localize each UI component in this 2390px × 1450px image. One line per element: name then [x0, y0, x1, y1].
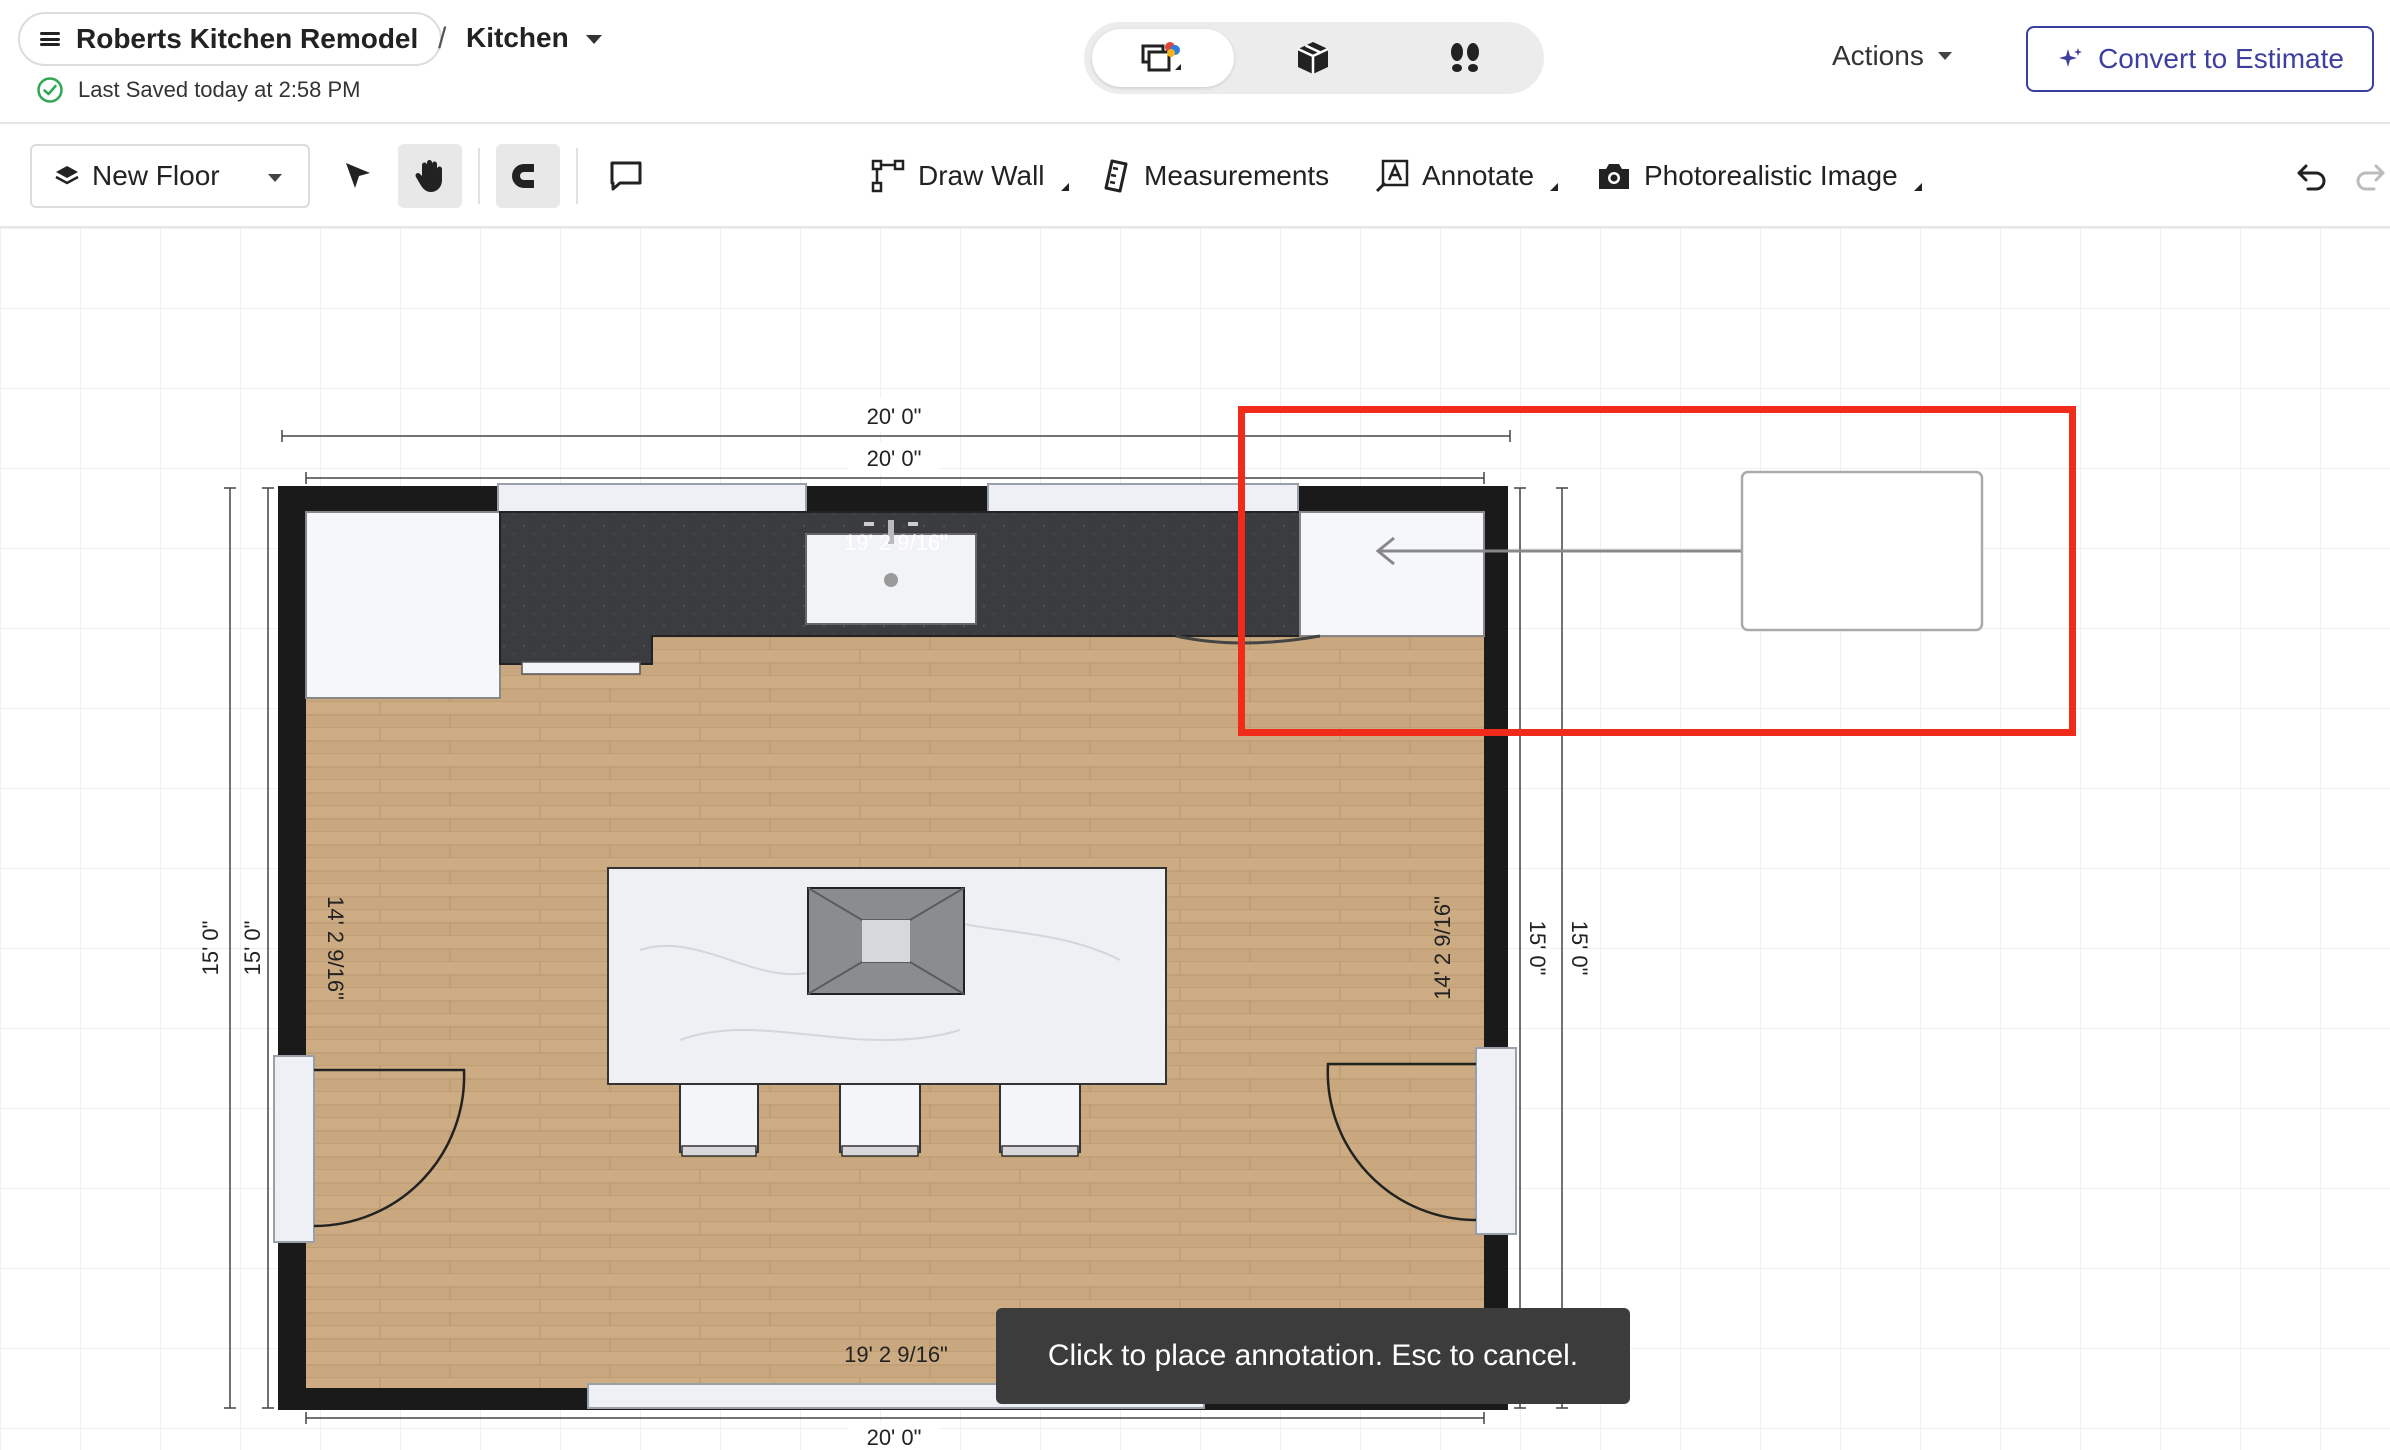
- dishwasher[interactable]: [521, 661, 641, 675]
- magnet-icon: [512, 164, 540, 188]
- save-status-text: Last Saved today at 2:58 PM: [78, 77, 361, 102]
- dim-counter: 19' 2 9/16": [844, 530, 948, 555]
- sparkle-icon: [2059, 48, 2083, 67]
- breadcrumb-separator: /: [438, 22, 447, 55]
- comment-icon: [610, 161, 642, 191]
- annotate-label: Annotate: [1422, 160, 1535, 191]
- photorealistic-image-button[interactable]: Photorealistic Image: [1596, 154, 1922, 198]
- undo-icon: [2297, 164, 2326, 191]
- cube-3d-icon: [1297, 42, 1329, 74]
- dim-left-room: 14' 2 9/16": [323, 896, 348, 1000]
- annotate-button[interactable]: Annotate: [1374, 154, 1559, 198]
- ruler-icon: [1104, 159, 1128, 193]
- actions-label: Actions: [1832, 40, 1924, 71]
- cooktop-center: [862, 920, 910, 962]
- menu-icon: [40, 32, 60, 46]
- floorplan-2d-icon: [1141, 42, 1181, 72]
- view-3d-button[interactable]: [1242, 29, 1384, 87]
- dim-left-inner: 15' 0": [240, 921, 265, 976]
- layers-icon: [55, 166, 79, 185]
- save-status: Last Saved today at 2:58 PM: [36, 76, 361, 104]
- dim-left-outer: 15' 0": [198, 921, 223, 976]
- project-menu-button[interactable]: Roberts Kitchen Remodel: [18, 12, 443, 66]
- convert-label: Convert to Estimate: [2098, 43, 2344, 74]
- footprints-icon: [1451, 43, 1479, 72]
- window[interactable]: [497, 483, 807, 515]
- chevron-down-icon: [1937, 52, 1952, 60]
- dim-right-room: 14' 2 9/16": [1430, 896, 1455, 1000]
- editor-toolbar: New Floor Draw Wall Measurements Annotat…: [0, 124, 2390, 228]
- dim-bottom-outer: 20' 0": [867, 1425, 922, 1450]
- dim-right-outer: 15' 0": [1567, 921, 1592, 976]
- sink-drain: [884, 573, 898, 587]
- app-header: Roberts Kitchen Remodel / Kitchen Last S…: [0, 0, 2390, 124]
- chevron-down-icon[interactable]: [586, 35, 602, 44]
- annotate-icon: [1375, 159, 1409, 193]
- room-selector[interactable]: Kitchen: [466, 22, 569, 54]
- draw-wall-label: Draw Wall: [918, 160, 1045, 191]
- comment-tool-button[interactable]: [594, 144, 658, 208]
- draw-wall-button[interactable]: Draw Wall: [870, 154, 1069, 198]
- view-walkthrough-button[interactable]: [1394, 29, 1536, 87]
- bar-stools[interactable]: [679, 1083, 1081, 1157]
- annotation-toast: Click to place annotation. Esc to cancel…: [996, 1308, 1630, 1404]
- check-circle-icon: [37, 77, 63, 103]
- pointer-arrow-icon: [346, 163, 370, 188]
- measurements-label: Measurements: [1144, 160, 1330, 191]
- actions-menu-button[interactable]: Actions: [1832, 40, 1952, 72]
- project-name: Roberts Kitchen Remodel: [76, 23, 419, 54]
- photo-label: Photorealistic Image: [1644, 160, 1898, 191]
- submenu-indicator-icon: [1550, 183, 1559, 191]
- view-2d-button[interactable]: [1092, 29, 1234, 87]
- toolbar-divider: [576, 148, 578, 204]
- dim-top-outer: 20' 0": [867, 404, 922, 429]
- faucet-handle: [908, 522, 918, 526]
- pan-tool-button[interactable]: [398, 144, 462, 208]
- redo-icon: [2356, 164, 2385, 191]
- dim-top-inner: 20' 0": [867, 446, 922, 471]
- chevron-down-icon: [268, 174, 282, 182]
- floor-select[interactable]: New Floor: [30, 144, 310, 208]
- select-tool-button[interactable]: [326, 144, 390, 208]
- hand-icon: [415, 160, 442, 192]
- camera-icon: [1599, 164, 1629, 189]
- draw-wall-icon: [871, 159, 905, 193]
- view-mode-switch: [1084, 22, 1544, 94]
- dim-bottom-inner: 19' 2 9/16": [844, 1342, 948, 1367]
- toolbar-divider: [478, 148, 480, 204]
- floor-select-label: New Floor: [92, 160, 220, 191]
- convert-to-estimate-button[interactable]: Convert to Estimate: [2026, 26, 2374, 92]
- highlight-box: [1238, 406, 2076, 736]
- corner-cabinet[interactable]: [305, 511, 501, 699]
- measurements-button[interactable]: Measurements: [1102, 154, 1329, 198]
- undo-button[interactable]: [2280, 144, 2344, 208]
- dim-right-inner: 15' 0": [1525, 921, 1550, 976]
- submenu-indicator-icon: [1060, 183, 1069, 191]
- submenu-indicator-icon: [1913, 183, 1922, 191]
- faucet-handle: [864, 522, 874, 526]
- redo-button[interactable]: [2352, 144, 2390, 208]
- toast-message: Click to place annotation. Esc to cancel…: [1047, 1339, 1579, 1372]
- snap-magnet-button[interactable]: [496, 144, 560, 208]
